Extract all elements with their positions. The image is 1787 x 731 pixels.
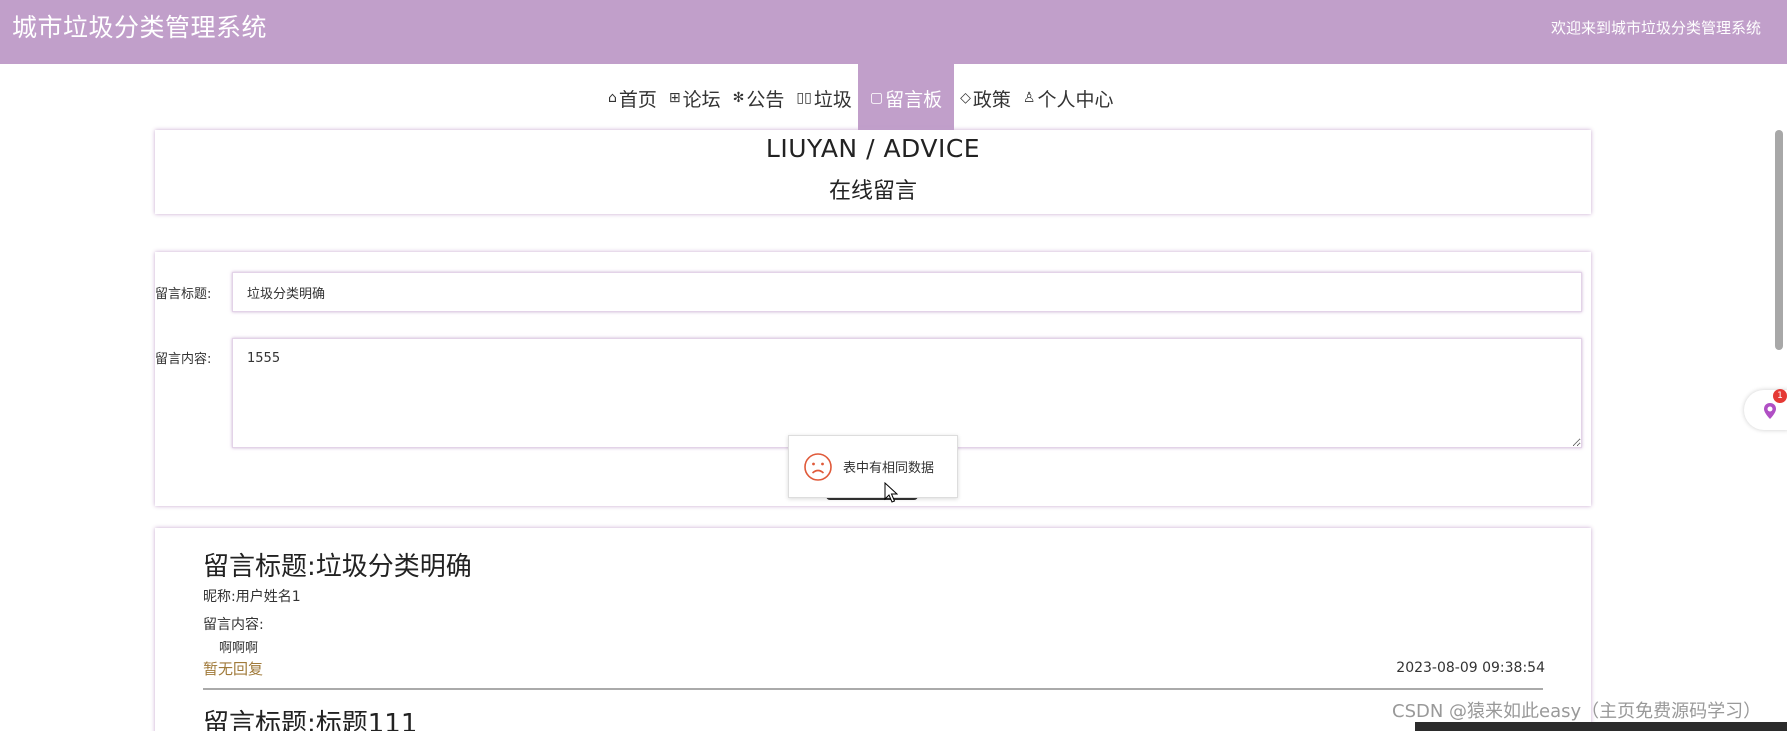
nav-item-label: 个人中心 [1037,88,1114,111]
page-title-en: LIUYAN / ADVICE [765,134,981,163]
sad-face-icon [804,452,832,481]
page-scrollbar[interactable] [1775,130,1783,350]
mouse-cursor-icon [884,482,898,503]
floating-side-widget[interactable]: 1 [1744,389,1787,430]
columns-icon: ▯▯ [796,90,812,106]
nav-item-label: 留言板 [885,88,943,111]
toast-message: 表中有相同数据 [843,461,935,476]
message-time: 2023-08-09 09:38:54 [1396,660,1545,676]
nav-item-1[interactable]: ⊞ 论坛 [663,64,727,132]
message-nickname: 昵称:用户姓名1 [203,589,301,605]
overlay-edge [1415,722,1787,731]
user-icon: ♙ [1022,90,1036,106]
message-content-label: 留言内容: [203,617,264,633]
message-content: 啊啊啊 [219,641,259,656]
nav-item-label: 首页 [618,88,657,111]
nav-item-3[interactable]: ▯▯ 垃圾 [790,64,857,132]
message-list: 留言标题:垃圾分类明确 昵称:用户姓名1 留言内容: 啊啊啊 暂无回复 2023… [155,528,1591,731]
nav-item-0[interactable]: ⌂ 首页 [602,64,663,132]
page-title-cn: 在线留言 [828,179,917,204]
main-nav: ⌂ 首页 ⊞ 论坛 ✻ 公告 ▯▯ 垃圾 ▢ 留言板 ◇ 政策 ♙ 个人中心 [0,64,1787,132]
title-label: 留言标题: [155,287,212,302]
snowflake-icon: ✻ [732,90,745,106]
message-content-textarea[interactable]: 1555 [232,338,1582,448]
nav-item-label: 公告 [746,88,785,111]
tag-icon: ◇ [960,90,971,106]
nav-item-5[interactable]: ◇ 政策 [954,64,1017,132]
document-icon: ▢ [869,90,884,106]
nav-item-6[interactable]: ♙ 个人中心 [1017,64,1120,132]
book-icon: ⊞ [668,90,681,106]
location-pin-icon [1764,403,1776,419]
message-title-input[interactable] [232,272,1582,312]
content-label: 留言内容: [155,352,212,367]
nav-item-label: 垃圾 [813,88,852,111]
nav-item-label: 论坛 [682,88,721,111]
home-icon: ⌂ [608,90,617,106]
error-toast: 表中有相同数据 [788,435,958,498]
message-reply: 暂无回复 [203,660,264,678]
nav-item-label: 政策 [972,88,1011,111]
message-title: 留言标题:标题111 [203,709,418,731]
nav-item-2[interactable]: ✻ 公告 [727,64,791,132]
page-header-card: LIUYAN / ADVICE 在线留言 [155,130,1591,214]
nav-item-4[interactable]: ▢ 留言板 [857,64,955,132]
notification-badge: 1 [1773,389,1787,403]
app-title: 城市垃圾分类管理系统 [12,13,268,42]
message-divider [203,688,1543,690]
welcome-text: 欢迎来到城市垃圾分类管理系统 [1550,19,1761,37]
message-title: 留言标题:垃圾分类明确 [203,552,472,582]
nav-items: ⌂ 首页 ⊞ 论坛 ✻ 公告 ▯▯ 垃圾 ▢ 留言板 ◇ 政策 ♙ 个人中心 [602,64,1119,132]
top-header: 城市垃圾分类管理系统 欢迎来到城市垃圾分类管理系统 [0,0,1787,64]
watermark: CSDN @猿来如此easy（主页免费源码学习） [1392,701,1762,722]
